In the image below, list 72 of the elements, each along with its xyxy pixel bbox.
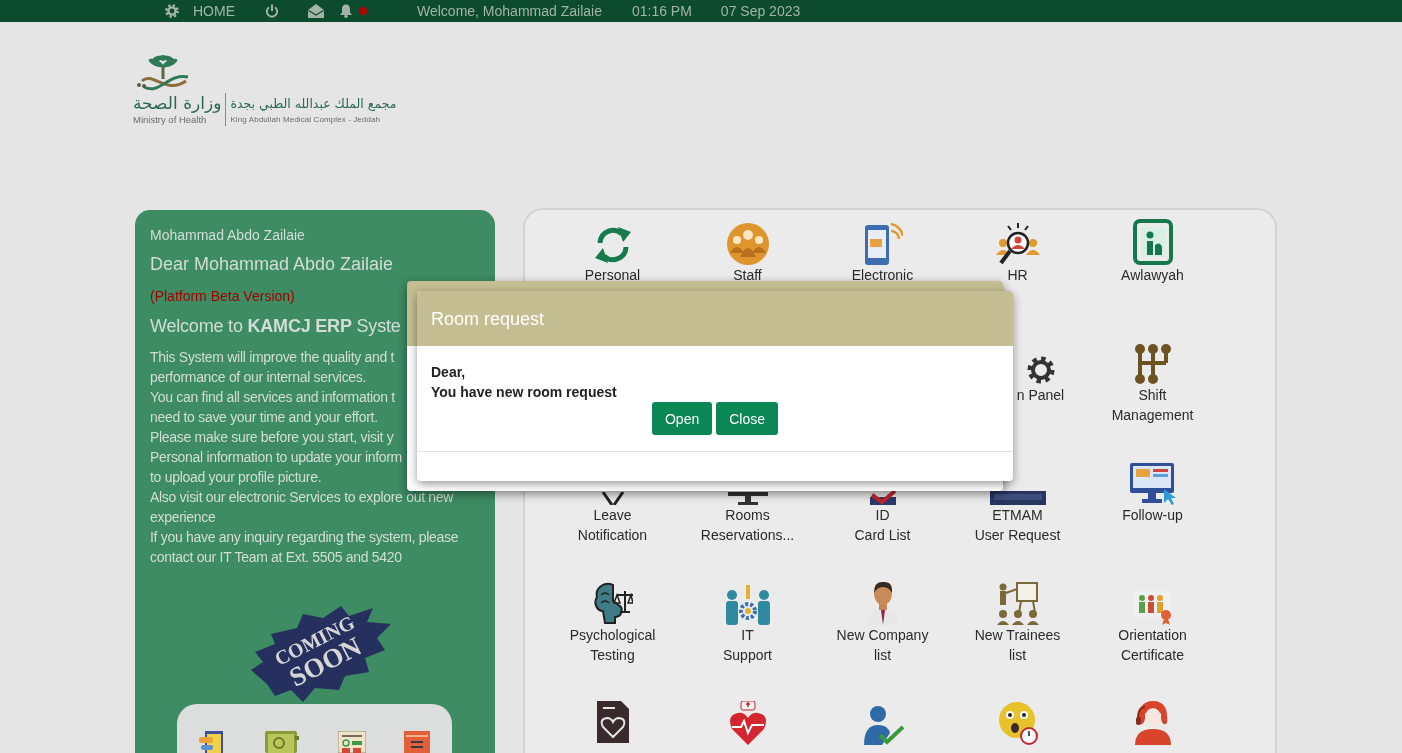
service-link[interactable]: Leave Notification <box>577 505 648 545</box>
message-line: Please make sure before you start, visit y <box>150 428 394 447</box>
beta-note-text: (Platform Beta Version) <box>150 287 295 306</box>
message-line: Also visit our electronic Services to explore out new <box>150 488 454 507</box>
power-icon[interactable] <box>265 4 279 18</box>
message-line: performance of our internal services. <box>150 368 367 387</box>
welcome-user-text: Welcome, Mohammad Zailaie <box>417 3 602 19</box>
message-line: This System will improve the quality and t <box>150 348 395 367</box>
service-link[interactable]: Follow-up <box>1122 505 1183 525</box>
gear-icon[interactable] <box>1025 355 1056 385</box>
headset-person-icon[interactable] <box>1132 699 1173 745</box>
dialog-message: Dear, <box>431 363 466 382</box>
people-gear-icon[interactable] <box>723 585 772 625</box>
phone-signal-icon[interactable] <box>862 221 903 265</box>
settings-icon[interactable] <box>165 4 179 18</box>
palm-emblem-icon <box>136 55 190 93</box>
brain-scale-icon[interactable] <box>592 581 633 625</box>
home-link[interactable]: HOME <box>193 3 235 19</box>
safe-icon[interactable] <box>265 731 300 753</box>
gear-shift-icon[interactable] <box>1133 343 1172 385</box>
service-link[interactable]: Staff <box>733 265 762 285</box>
presenter-board-icon[interactable] <box>994 581 1041 625</box>
service-link[interactable]: Orientation Certificate <box>1118 625 1187 665</box>
user-name-text: Mohammad Abdo Zailaie <box>150 226 305 245</box>
computer-monitor-icon[interactable] <box>1129 463 1176 505</box>
service-link[interactable]: n Panel <box>1016 385 1065 405</box>
open-envelope-icon[interactable] <box>308 4 324 18</box>
message-line: You can find all services and information t <box>150 388 395 407</box>
complex-name: King Abdullah Medical Complex - Jeddah <box>230 114 381 126</box>
service-link[interactable]: New Company list <box>836 625 929 665</box>
greeting-text: Dear Mohammad Abdo Zailaie <box>150 253 394 276</box>
service-link[interactable]: ID Card List <box>854 505 911 545</box>
message-line: contact our IT Team at Ext. 5505 and 5420 <box>150 548 402 567</box>
service-link[interactable]: New Trainees list <box>974 625 1061 665</box>
welcome-heading: Welcome to KAMCJ ERP Syste <box>150 315 401 338</box>
message-line: experience <box>150 508 216 527</box>
shocked-emoji-icon[interactable] <box>997 701 1038 745</box>
user-check-icon[interactable] <box>861 705 904 745</box>
service-link[interactable]: Psychological Testing <box>569 625 656 665</box>
bell-icon[interactable] <box>339 4 353 18</box>
document-icon[interactable] <box>404 731 430 753</box>
report-icon[interactable] <box>337 731 366 753</box>
dialog-button[interactable]: Open <box>651 402 713 435</box>
heart-document-icon[interactable] <box>594 699 631 745</box>
ministry-name: Ministry of Health <box>133 114 207 126</box>
date-text: 07 Sep 2023 <box>720 3 801 19</box>
figure-legs-icon[interactable] <box>599 492 626 505</box>
person-document-icon[interactable] <box>1132 219 1173 265</box>
people-certificate-icon[interactable] <box>1132 591 1173 625</box>
dialog-button[interactable]: Close <box>716 402 778 435</box>
dialog-message: You have new room request <box>431 383 617 402</box>
people-circle-icon[interactable] <box>726 223 769 265</box>
time-text: 01:16 PM <box>631 3 692 19</box>
heart-pulse-icon[interactable] <box>727 701 768 745</box>
dialog-title: Room request <box>431 307 545 330</box>
service-link[interactable]: IT Support <box>722 625 772 665</box>
ministry-name-arabic: وزارة الصحة <box>133 93 222 114</box>
message-line: to upload your profile picture. <box>150 468 322 487</box>
service-link[interactable]: Awlawyah <box>1121 265 1184 285</box>
magnifier-people-icon[interactable] <box>995 223 1040 265</box>
circular-arrows-icon[interactable] <box>592 225 633 265</box>
service-link[interactable]: HR <box>1007 265 1028 285</box>
service-link[interactable]: Rooms Reservations... <box>700 505 795 545</box>
monitor-stand-icon[interactable] <box>727 492 768 505</box>
complex-name-arabic: مجمع الملك عبدالله الطبي بجدة <box>230 95 397 113</box>
service-link[interactable]: Electronic <box>851 265 914 285</box>
service-link[interactable]: ETMAM User Request <box>974 505 1061 545</box>
message-line: If you have any inquiry regarding the system, please <box>150 528 459 547</box>
message-line: need to save your time and your effort. <box>150 408 378 427</box>
service-link[interactable]: Personal <box>584 265 641 285</box>
message-line: Personal information to update your inform <box>150 448 402 467</box>
service-link[interactable]: Shift Management <box>1111 385 1194 425</box>
